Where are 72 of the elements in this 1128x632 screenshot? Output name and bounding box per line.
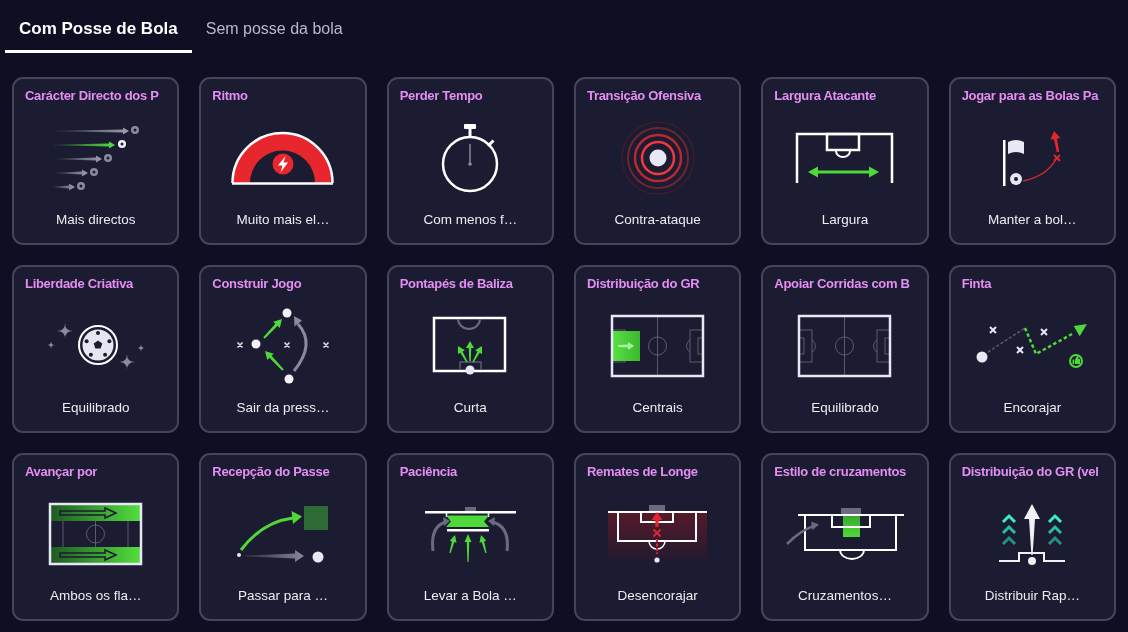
- goal-arrows-icon: [423, 505, 517, 563]
- corner-flag-icon: [1000, 129, 1064, 187]
- tactic-card[interactable]: Liberdade Criativa Equilibrado: [12, 265, 180, 433]
- card-value: Com menos f…: [422, 211, 519, 229]
- pitch-icon: [797, 314, 893, 378]
- card-title: Distribuição do GR: [586, 275, 701, 293]
- tactic-card[interactable]: Ritmo Muito mais el…: [199, 77, 367, 245]
- tactic-card[interactable]: Finta Encorajar: [948, 265, 1116, 433]
- tactic-card[interactable]: Jogar para as Bolas Pa Manter a bol…: [948, 77, 1116, 245]
- card-title: Finta: [960, 275, 993, 293]
- tactic-card[interactable]: Construir Jogo Sair da press…: [199, 265, 367, 433]
- pitch-width-arrow-icon: [795, 132, 895, 184]
- tactic-card[interactable]: Distribuição do GR (vel Distribuir Rap…: [948, 453, 1116, 621]
- tactic-card[interactable]: Avançar por Ambos os fla…: [12, 453, 180, 621]
- card-value: Manter a bol…: [987, 211, 1078, 229]
- card-title: Liberdade Criativa: [24, 275, 135, 293]
- card-title: Distribuição do GR (vel: [960, 463, 1100, 481]
- card-value: Curta: [452, 399, 488, 417]
- tab[interactable]: Sem posse da bola: [191, 0, 357, 53]
- goal-area-arrows-icon: [432, 316, 509, 376]
- stopwatch-icon: [441, 122, 500, 194]
- curved-pass-icon: [236, 504, 330, 564]
- gauge-icon: [231, 130, 335, 186]
- card-value: Contra-ataque: [613, 211, 702, 229]
- card-value: Muito mais el…: [235, 211, 331, 229]
- card-value: Desencorajar: [616, 587, 699, 605]
- card-value: Equilibrado: [60, 399, 131, 417]
- card-value: Largura: [820, 211, 870, 229]
- pitch-flank-arrows-icon: [48, 502, 144, 566]
- tactic-card[interactable]: Estilo de cruzamentos Cruzamentos…: [761, 453, 929, 621]
- chevrons-arrow-icon: [997, 502, 1067, 566]
- card-title: Transição Ofensiva: [586, 87, 703, 105]
- tactic-card[interactable]: Pontapés de Baliza Curta: [386, 265, 554, 433]
- tactic-card[interactable]: Apoiar Corridas com B Equilibrado: [761, 265, 929, 433]
- tactic-card[interactable]: Largura Atacante Largura: [761, 77, 929, 245]
- card-value: Mais directos: [54, 211, 137, 229]
- goal-cross-icon: [785, 506, 905, 562]
- card-title: Avançar por: [24, 463, 99, 481]
- card-title: Paciência: [398, 463, 459, 481]
- card-value: Equilibrado: [810, 399, 880, 417]
- card-value: Passar para …: [236, 587, 329, 605]
- card-title: Apoiar Corridas com B: [773, 275, 911, 293]
- pitch-zone-icon: [610, 314, 706, 378]
- tab[interactable]: Com Posse de Bola: [5, 0, 192, 53]
- card-title: Carácter Directo dos P: [24, 87, 160, 105]
- target-rings-icon: [619, 120, 696, 196]
- card-value: Levar a Bola …: [422, 587, 518, 605]
- card-title: Ritmo: [211, 87, 249, 105]
- card-value: Ambos os fla…: [48, 587, 143, 605]
- tactic-card[interactable]: Distribuição do GR Centrais: [574, 265, 742, 433]
- card-value: Sair da press…: [235, 399, 331, 417]
- tactic-card[interactable]: Recepção do Passe Passar para …: [199, 453, 367, 621]
- card-value: Centrais: [631, 399, 684, 417]
- card-value: Encorajar: [1002, 399, 1063, 417]
- passing-diagram-icon: [236, 307, 330, 385]
- goal-shot-icon: [607, 503, 709, 565]
- card-value: Cruzamentos…: [797, 587, 893, 605]
- tactic-card[interactable]: Perder Tempo Com menos f…: [386, 77, 554, 245]
- tactic-card[interactable]: Transição Ofensiva Contra-ataque: [574, 77, 742, 245]
- card-title: Recepção do Passe: [211, 463, 331, 481]
- card-title: Construir Jogo: [211, 275, 303, 293]
- tactic-card[interactable]: Remates de Longe Desencorajar: [574, 453, 742, 621]
- tactic-card[interactable]: Paciência Levar a Bola …: [386, 453, 554, 621]
- card-title: Estilo de cruzamentos: [773, 463, 907, 481]
- card-value: Distribuir Rap…: [983, 587, 1081, 605]
- card-title: Jogar para as Bolas Pa: [960, 87, 1100, 105]
- card-title: Pontapés de Baliza: [398, 275, 514, 293]
- tactic-card[interactable]: Carácter Directo dos P Mais directos: [12, 77, 180, 245]
- dribble-path-icon: [975, 322, 1090, 370]
- card-title: Perder Tempo: [398, 87, 484, 105]
- card-title: Remates de Longe: [586, 463, 699, 481]
- card-title: Largura Atacante: [773, 87, 877, 105]
